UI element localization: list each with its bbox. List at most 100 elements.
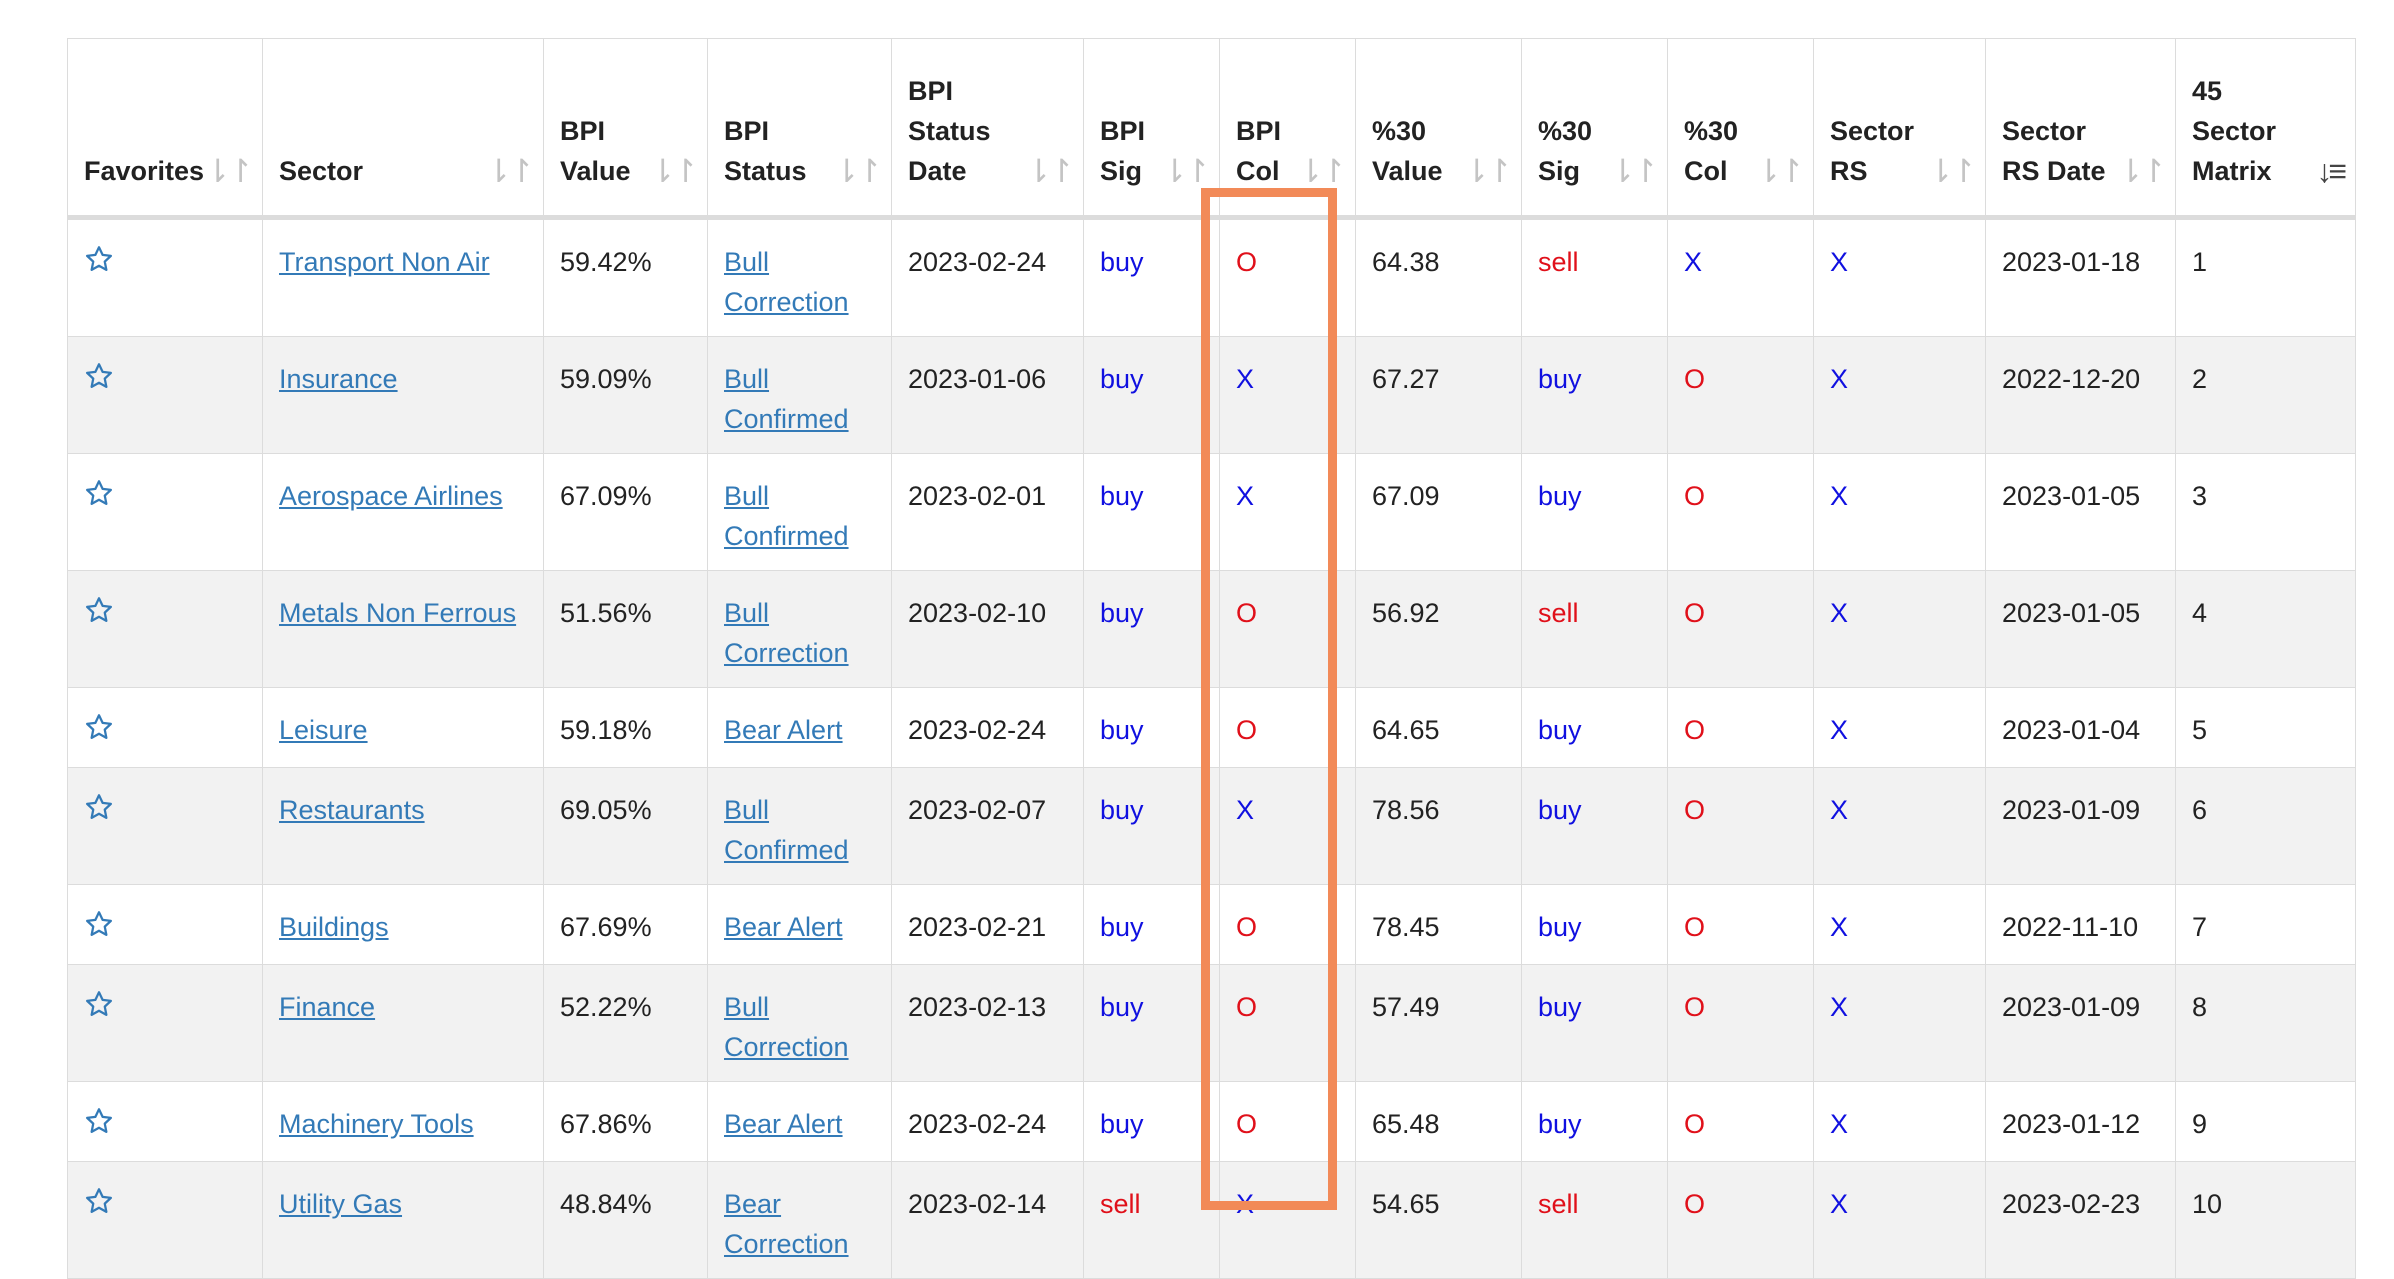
sector-rs-date: 2023-01-09 <box>2002 795 2141 825</box>
column-header-bpi-sig[interactable]: BPI Sig ⇂↾ <box>1083 38 1220 220</box>
sector-link[interactable]: Insurance <box>279 364 398 394</box>
sort-arrows-icon[interactable]: ⇂↾ <box>1609 151 1659 191</box>
bpi-status-date-cell: 2023-02-24 <box>891 1081 1084 1162</box>
column-header-sector-rs-date[interactable]: Sector RS Date ⇂↾ <box>1985 38 2176 220</box>
bpi-sig-cell: buy <box>1083 687 1220 768</box>
column-header-sector-rs[interactable]: Sector RS ⇂↾ <box>1813 38 1986 220</box>
bpi-col: O <box>1236 1109 1258 1139</box>
sector-rs-date: 2023-01-09 <box>2002 992 2141 1022</box>
p30-sig-cell: buy <box>1521 884 1668 965</box>
sector-link-cell: Insurance <box>262 336 544 454</box>
column-header-bpi-status-date[interactable]: BPI Status Date ⇂↾ <box>891 38 1084 220</box>
bpi-status-link[interactable]: Bull Confirmed <box>724 364 849 434</box>
star-outline-icon[interactable] <box>84 1106 114 1136</box>
bpi-status-link-cell: Bull Correction <box>707 217 892 337</box>
sector-table-container: Favorites ⇂↾ Sector ⇂↾ BPI Value ⇂↾ BPI Status… <box>67 38 2356 1279</box>
bpi-status-link[interactable]: Bull Correction <box>724 598 849 668</box>
p30-value: 65.48 <box>1372 1109 1440 1139</box>
sector-link[interactable]: Restaurants <box>279 795 425 825</box>
sector-rs: X <box>1830 364 1849 394</box>
column-header-p30-col[interactable]: %30 Col ⇂↾ <box>1667 38 1814 220</box>
p30-col-cell: O <box>1667 884 1814 965</box>
bpi-status-date: 2023-01-06 <box>908 364 1047 394</box>
sector-link[interactable]: Utility Gas <box>279 1189 402 1219</box>
sector-rs-date: 2023-01-12 <box>2002 1109 2141 1139</box>
column-header-bpi-col[interactable]: BPI Col ⇂↾ <box>1219 38 1356 220</box>
bpi-status-date-cell: 2023-02-14 <box>891 1161 1084 1279</box>
star-outline-icon[interactable] <box>84 909 114 939</box>
matrix-rank-cell: 1 <box>2175 217 2356 337</box>
bpi-status-link-cell: Bull Correction <box>707 570 892 688</box>
sort-arrows-icon[interactable]: ⇂↾ <box>204 151 254 191</box>
sort-arrows-icon[interactable]: ⇂↾ <box>833 151 883 191</box>
column-header-p30-sig[interactable]: %30 Sig ⇂↾ <box>1521 38 1668 220</box>
favorite-cell <box>67 884 263 965</box>
star-outline-icon[interactable] <box>84 989 114 1019</box>
star-outline-icon[interactable] <box>84 361 114 391</box>
sort-arrows-icon[interactable]: ⇂↾ <box>1755 151 1805 191</box>
p30-sig: sell <box>1538 598 1579 628</box>
bpi-col-cell: O <box>1219 964 1356 1082</box>
sort-arrows-icon[interactable]: ⇂↾ <box>2117 151 2167 191</box>
sector-link[interactable]: Buildings <box>279 912 389 942</box>
column-header-bpi-status[interactable]: BPI Status ⇂↾ <box>707 38 892 220</box>
p30-col: O <box>1684 912 1706 942</box>
sector-rs-date-cell: 2023-01-09 <box>1985 767 2176 885</box>
bpi-status-link[interactable]: Bull Correction <box>724 992 849 1062</box>
star-outline-icon[interactable] <box>84 478 114 508</box>
p30-col-cell: O <box>1667 336 1814 454</box>
p30-sig: sell <box>1538 247 1579 277</box>
bpi-sig-cell: buy <box>1083 884 1220 965</box>
sector-link[interactable]: Metals Non Ferrous <box>279 598 516 628</box>
bpi-status-link[interactable]: Bear Alert <box>724 1109 843 1139</box>
bpi-value: 67.69% <box>560 912 652 942</box>
matrix-rank-cell: 4 <box>2175 570 2356 688</box>
sector-rs: X <box>1830 247 1849 277</box>
star-outline-icon[interactable] <box>84 1186 114 1216</box>
sector-link[interactable]: Aerospace Airlines <box>279 481 503 511</box>
sort-arrows-icon[interactable]: ⇂↾ <box>1463 151 1513 191</box>
column-header-favorites[interactable]: Favorites ⇂↾ <box>67 38 263 220</box>
sort-arrows-icon[interactable]: ⇂↾ <box>485 151 535 191</box>
bpi-status-link[interactable]: Bull Correction <box>724 247 849 317</box>
favorite-cell <box>67 767 263 885</box>
bpi-status-link[interactable]: Bear Alert <box>724 912 843 942</box>
sort-arrows-icon[interactable]: ⇂↾ <box>1927 151 1977 191</box>
sort-arrows-icon[interactable]: ⇂↾ <box>1161 151 1211 191</box>
bpi-col-cell: O <box>1219 687 1356 768</box>
sector-rs-date-cell: 2023-01-18 <box>1985 217 2176 337</box>
sort-arrows-icon[interactable]: ⇂↾ <box>1025 151 1075 191</box>
bpi-value: 51.56% <box>560 598 652 628</box>
star-outline-icon[interactable] <box>84 712 114 742</box>
sector-rs-date: 2023-01-05 <box>2002 598 2141 628</box>
p30-sig: sell <box>1538 1189 1579 1219</box>
sort-arrows-icon[interactable]: ⇂↾ <box>649 151 699 191</box>
sector-link[interactable]: Finance <box>279 992 375 1022</box>
bpi-status-link[interactable]: Bull Confirmed <box>724 795 849 865</box>
star-outline-icon[interactable] <box>84 792 114 822</box>
sector-rs-cell: X <box>1813 687 1986 768</box>
bpi-status-date-cell: 2023-02-01 <box>891 453 1084 571</box>
sort-arrows-icon[interactable]: ⇂↾ <box>1297 151 1347 191</box>
column-header-matrix[interactable]: 45 Sector Matrix ↓≡ <box>2175 38 2356 220</box>
p30-col-cell: O <box>1667 687 1814 768</box>
bpi-status-link[interactable]: Bear Alert <box>724 715 843 745</box>
column-header-p30-value[interactable]: %30 Value ⇂↾ <box>1355 38 1522 220</box>
column-header-bpi-value[interactable]: BPI Value ⇂↾ <box>543 38 708 220</box>
sector-link[interactable]: Transport Non Air <box>279 247 490 277</box>
bpi-value-cell: 69.05% <box>543 767 708 885</box>
star-outline-icon[interactable] <box>84 244 114 274</box>
star-outline-icon[interactable] <box>84 595 114 625</box>
bpi-status-link[interactable]: Bear Correction <box>724 1189 849 1259</box>
sector-rs-cell: X <box>1813 570 1986 688</box>
sort-amount-down-icon[interactable]: ↓≡ <box>2316 151 2347 191</box>
sector-link[interactable]: Machinery Tools <box>279 1109 474 1139</box>
column-header-sector[interactable]: Sector ⇂↾ <box>262 38 544 220</box>
p30-sig-cell: buy <box>1521 1081 1668 1162</box>
sector-link[interactable]: Leisure <box>279 715 368 745</box>
bpi-sig: buy <box>1100 795 1144 825</box>
bpi-status-link[interactable]: Bull Confirmed <box>724 481 849 551</box>
bpi-status-link-cell: Bull Confirmed <box>707 453 892 571</box>
p30-value: 67.27 <box>1372 364 1440 394</box>
sector-rs-date: 2022-12-20 <box>2002 364 2141 394</box>
